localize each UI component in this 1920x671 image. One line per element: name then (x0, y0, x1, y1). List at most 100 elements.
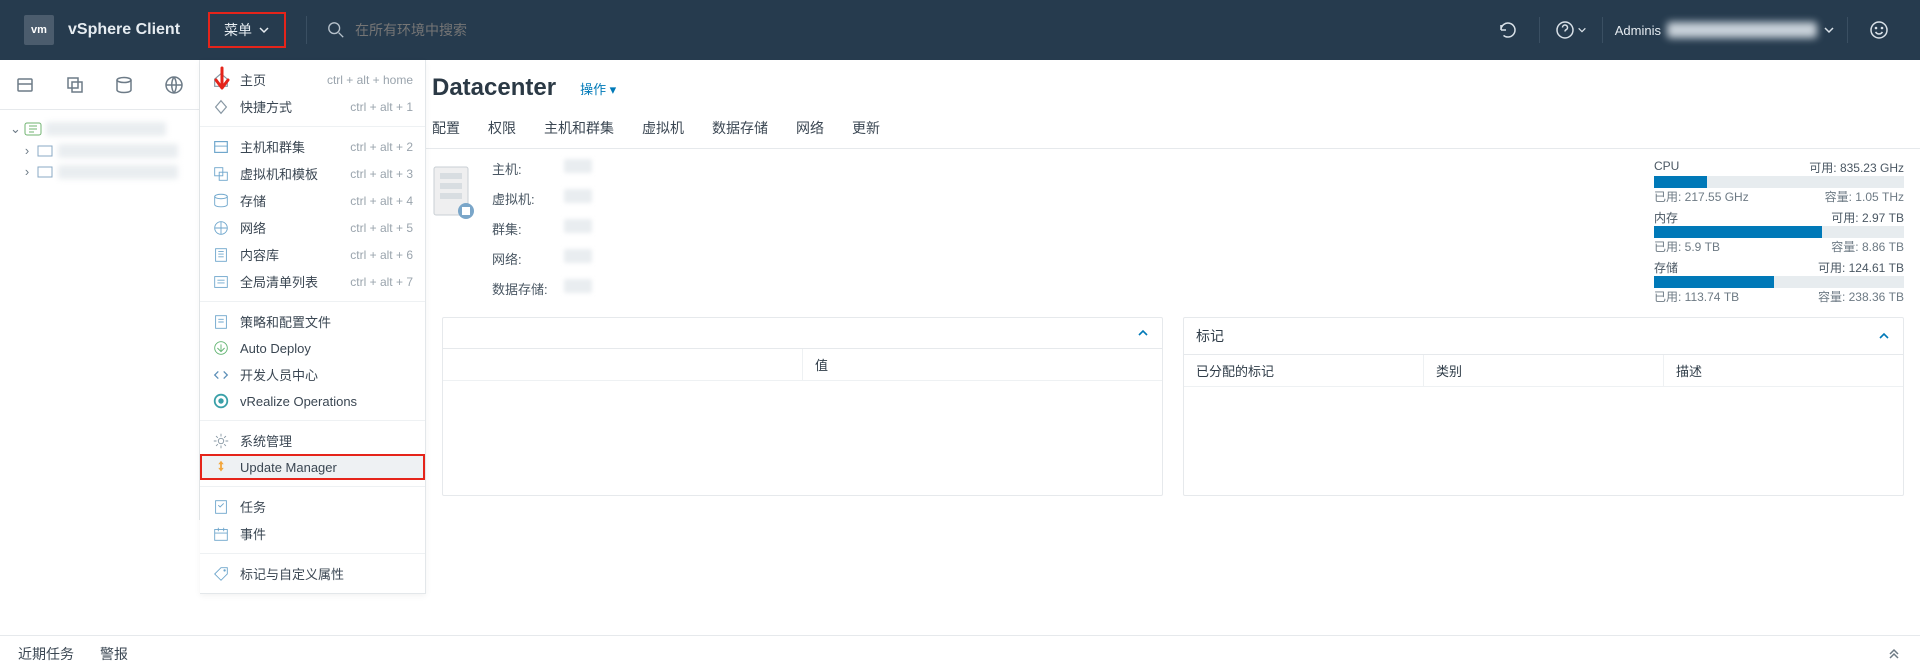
kv-value-redacted (564, 219, 592, 233)
bottom-bar: 近期任务 警报 (0, 635, 1920, 671)
menu-button[interactable]: 菜单 (208, 12, 286, 48)
vrops-icon (212, 392, 230, 410)
smiley-icon (1869, 20, 1889, 40)
divider (306, 16, 307, 44)
title-row: Datacenter 操作 ▾ (426, 60, 1920, 110)
tree-label-redacted (46, 122, 166, 136)
inventory-sidebar: ⌄ › › (0, 60, 200, 520)
caret-icon[interactable]: › (22, 164, 32, 179)
menu-item-network[interactable]: 网络ctrl + alt + 5 (200, 214, 425, 241)
meter-内存: 内存可用: 2.97 TB已用: 5.9 TB容量: 8.86 TB (1654, 209, 1904, 255)
tab[interactable]: 虚拟机 (642, 110, 684, 148)
menu-item-dev[interactable]: 开发人员中心 (200, 361, 425, 388)
smiley-button[interactable] (1860, 11, 1898, 49)
chevron-up-icon[interactable] (1136, 326, 1150, 340)
menu-item-label: Update Manager (240, 460, 413, 475)
tree-child[interactable]: › (4, 161, 195, 182)
tab[interactable]: 权限 (488, 110, 516, 148)
menu-item-update[interactable]: Update Manager (200, 454, 425, 480)
refresh-button[interactable] (1489, 11, 1527, 49)
actions-dropdown[interactable]: 操作 ▾ (580, 79, 616, 98)
menu-item-hosts[interactable]: 主机和群集 ctrl + alt + 2 (200, 133, 425, 160)
menu-item-storage[interactable]: 存储ctrl + alt + 4 (200, 187, 425, 214)
user-menu[interactable]: Adminis x (1615, 22, 1835, 38)
hosts-icon (212, 138, 230, 156)
meter-name: CPU (1654, 159, 1679, 176)
menu-item-label: 主机和群集 (240, 137, 340, 156)
caret-icon[interactable]: › (22, 143, 32, 158)
menu-item-label: 内容库 (240, 245, 340, 264)
menu-item-vmtpl[interactable]: 虚拟机和模板ctrl + alt + 3 (200, 160, 425, 187)
meter-fill (1654, 176, 1707, 188)
menu-item-label: 标记与自定义属性 (240, 564, 413, 583)
admin-icon (212, 432, 230, 450)
tags-icon (212, 565, 230, 583)
inventory-tree: ⌄ › › (0, 110, 199, 190)
search-wrap (327, 21, 1489, 39)
column-header: 值 (803, 349, 1162, 380)
chevron-down-icon (258, 24, 270, 36)
network-view-icon[interactable] (164, 75, 184, 95)
separator (1539, 17, 1540, 43)
tab[interactable]: 主机和群集 (544, 110, 614, 148)
menu-item-policy[interactable]: 策略和配置文件 (200, 308, 425, 335)
deploy-icon (212, 339, 230, 357)
main-menu-dropdown: 主页ctrl + alt + home快捷方式ctrl + alt + 1 主机和… (200, 60, 426, 594)
vms-templates-icon[interactable] (65, 75, 85, 95)
summary-area: 主机: 虚拟机: 群集: 网络: 数据存储: CPU可用: 835.23 GHz… (426, 149, 1920, 317)
meter-bar (1654, 176, 1904, 188)
menu-item-shortcut: ctrl + alt + 6 (350, 248, 413, 262)
menu-item-tasks[interactable]: 任务 (200, 493, 425, 520)
tab-bar: 配置权限主机和群集虚拟机数据存储网络更新 (426, 110, 1920, 149)
menu-item-label: 主页 (240, 70, 317, 89)
kv-label: 数据存储: (492, 279, 564, 305)
kv-value-redacted (564, 249, 592, 263)
recent-tasks-tab[interactable]: 近期任务 (18, 644, 74, 664)
kv-label: 虚拟机: (492, 189, 564, 215)
update-icon (212, 458, 230, 476)
kv-value-redacted (564, 159, 592, 173)
meter-cap: 容量: 8.86 TB (1831, 238, 1904, 255)
menu-item-label: vRealize Operations (240, 394, 413, 409)
menu-item-vrops[interactable]: vRealize Operations (200, 388, 425, 414)
menu-item-events[interactable]: 事件 (200, 520, 425, 547)
annotation-arrow-icon (212, 66, 232, 96)
topbar-right: Adminis x (1489, 11, 1920, 49)
alarms-tab[interactable]: 警报 (100, 644, 128, 664)
search-input[interactable] (355, 22, 615, 38)
menu-item-shortcut: ctrl + alt + 2 (350, 140, 413, 154)
tab[interactable]: 配置 (432, 110, 460, 148)
tab[interactable]: 更新 (852, 110, 880, 148)
tree-root[interactable]: ⌄ (4, 118, 195, 140)
tree-label-redacted (58, 165, 178, 179)
content: Datacenter 操作 ▾ 配置权限主机和群集虚拟机数据存储网络更新 主机:… (200, 60, 1920, 520)
summary-left: 主机: 虚拟机: 群集: 网络: 数据存储: (432, 159, 592, 305)
expand-button[interactable] (1886, 644, 1902, 663)
caret-icon[interactable]: ⌄ (10, 121, 20, 137)
tab[interactable]: 数据存储 (712, 110, 768, 148)
menu-item-library[interactable]: 内容库 ctrl + alt + 6 (200, 241, 425, 268)
search-icon (327, 21, 345, 39)
user-label: Adminis (1615, 23, 1661, 38)
menu-item-diamond[interactable]: 快捷方式ctrl + alt + 1 (200, 93, 425, 120)
menu-item-tags[interactable]: 标记与自定义属性 (200, 560, 425, 587)
menu-item-shortcut: ctrl + alt + 7 (350, 275, 413, 289)
menu-item-home[interactable]: 主页ctrl + alt + home (200, 66, 425, 93)
menu-item-list[interactable]: 全局清单列表ctrl + alt + 7 (200, 268, 425, 295)
tab[interactable]: 网络 (796, 110, 824, 148)
meter-used: 已用: 5.9 TB (1654, 238, 1720, 255)
chevron-down-icon (1823, 24, 1835, 36)
menu-item-label: 事件 (240, 524, 413, 543)
datacenter-icon (36, 144, 54, 158)
storage-view-icon[interactable] (114, 75, 134, 95)
panel-head: 标记 (1184, 318, 1903, 355)
tree-child[interactable]: › (4, 140, 195, 161)
menu-item-shortcut: ctrl + alt + 5 (350, 221, 413, 235)
help-button[interactable] (1552, 11, 1590, 49)
menu-item-deploy[interactable]: Auto Deploy (200, 335, 425, 361)
menu-item-admin[interactable]: 系统管理 (200, 427, 425, 454)
hosts-clusters-icon[interactable] (15, 75, 35, 95)
kv-value-redacted (564, 189, 592, 203)
chevron-up-icon[interactable] (1877, 329, 1891, 343)
panels-row: 值 标记 已分配的标记 类别 描述 (426, 317, 1920, 496)
